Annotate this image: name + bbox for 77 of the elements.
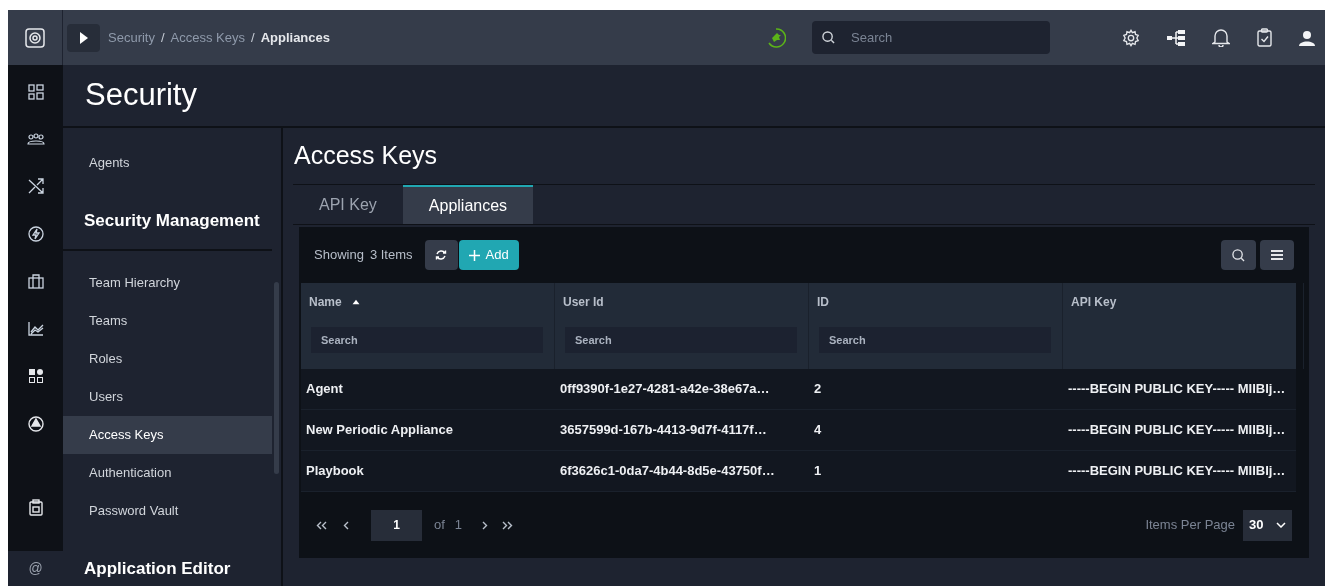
items-per-page-label: Items Per Page (1145, 516, 1235, 535)
sidebar-section-heading[interactable]: Application Editor (63, 540, 281, 586)
sidebar-item[interactable]: Password Vault (63, 492, 272, 530)
hierarchy-icon[interactable] (1167, 29, 1185, 46)
first-page-icon[interactable] (316, 520, 327, 530)
dashboard-icon[interactable] (27, 84, 44, 100)
column-filter-field[interactable]: Search (819, 327, 1051, 353)
page-title: Security (85, 76, 197, 115)
sidebar-item[interactable]: Team Hierarchy (63, 264, 272, 302)
breadcrumb-separator: / (251, 28, 255, 47)
search-icon (822, 31, 835, 44)
settings-icon[interactable] (1122, 28, 1140, 47)
breadcrumb-link[interactable]: Access Keys (170, 27, 245, 48)
line-chart-icon[interactable] (27, 321, 44, 336)
rail-footer-button[interactable]: @ (8, 551, 63, 586)
table-cell-text: 4 (813, 421, 823, 440)
tab[interactable]: Appliances (402, 185, 534, 224)
column-header[interactable]: Name (309, 293, 342, 311)
column-header[interactable]: ID (817, 293, 829, 311)
sidebar-item[interactable]: Authentication (63, 454, 272, 492)
apps-grid-icon[interactable] (27, 368, 44, 384)
search-icon (1232, 248, 1245, 262)
breadcrumb-separator: / (160, 28, 165, 47)
search-button[interactable] (1221, 240, 1256, 270)
table-cell-text: Agent (305, 380, 344, 399)
sidebar-item[interactable]: Roles (63, 340, 272, 378)
scrollbar[interactable] (274, 282, 279, 474)
item-count: 3 Items (369, 246, 413, 265)
lightning-icon[interactable] (27, 226, 44, 242)
shuffle-icon[interactable] (27, 178, 44, 194)
table-cell-text: -----BEGIN PUBLIC KEY----- MIIBIj… (1067, 462, 1287, 481)
refresh-button[interactable] (424, 240, 458, 270)
search-field[interactable]: Search (812, 21, 1050, 54)
plug-status-icon[interactable] (766, 27, 786, 48)
table-cell-text: 0ff9390f-1e27-4281-a42e-38e67a… (559, 380, 771, 399)
clipboard-check-icon[interactable] (1257, 28, 1272, 47)
table-cell-text: New Periodic Appliance (305, 421, 454, 440)
refresh-icon (435, 249, 447, 261)
play-icon (79, 31, 88, 44)
plus-icon (468, 249, 480, 261)
last-page-icon[interactable] (502, 520, 514, 530)
app-logo-icon[interactable] (25, 27, 45, 48)
people-icon[interactable] (26, 132, 45, 146)
breadcrumb-link[interactable]: Security (108, 27, 155, 48)
of-label: of (434, 516, 445, 535)
table-cell-text: 1 (813, 462, 823, 481)
sidebar-item[interactable]: Access Keys (63, 416, 272, 454)
menu-icon (1271, 250, 1283, 260)
menu-button[interactable] (1260, 240, 1294, 270)
column-filter-field[interactable]: Search (311, 327, 543, 353)
next-page-icon[interactable] (482, 520, 489, 530)
clipboard-icon[interactable] (28, 499, 43, 516)
sidebar-toggle-button[interactable] (67, 23, 100, 52)
table-cell-text: 2 (813, 380, 823, 399)
sidebar-item[interactable]: Agents (63, 144, 272, 182)
page-input[interactable]: 1 (371, 509, 422, 541)
table-cell-text: Playbook (305, 462, 365, 481)
chevron-down-icon (1276, 522, 1286, 528)
table-cell-text: 6f3626c1-0da7-4b44-8d5e-43750f… (559, 462, 776, 481)
column-filter-field[interactable]: Search (565, 327, 797, 353)
total-pages: 1 (454, 516, 463, 535)
table-cell-text: 3657599d-167b-4413-9d7f-4117f… (559, 421, 768, 440)
column-header[interactable]: API Key (1071, 293, 1117, 311)
column-header[interactable]: User Id (563, 293, 604, 311)
table-cell-text: -----BEGIN PUBLIC KEY----- MIIBIj… (1067, 380, 1287, 399)
sidebar-section-heading[interactable]: Security Management (63, 192, 281, 249)
tab[interactable]: API Key (293, 185, 403, 224)
previous-page-icon[interactable] (343, 520, 349, 530)
sidebar-item[interactable]: Teams (63, 302, 272, 340)
notification-bell-icon[interactable] (1212, 28, 1230, 47)
table-cell-text: -----BEGIN PUBLIC KEY----- MIIBIj… (1067, 421, 1287, 440)
items-per-page-dropdown[interactable]: 30 (1243, 509, 1292, 541)
user-icon[interactable] (1299, 29, 1315, 46)
showing-label: Showing (314, 246, 364, 265)
sidebar-item[interactable]: Users (63, 378, 272, 416)
section-title: Access Keys (294, 140, 438, 172)
briefcase-icon[interactable] (27, 274, 44, 289)
